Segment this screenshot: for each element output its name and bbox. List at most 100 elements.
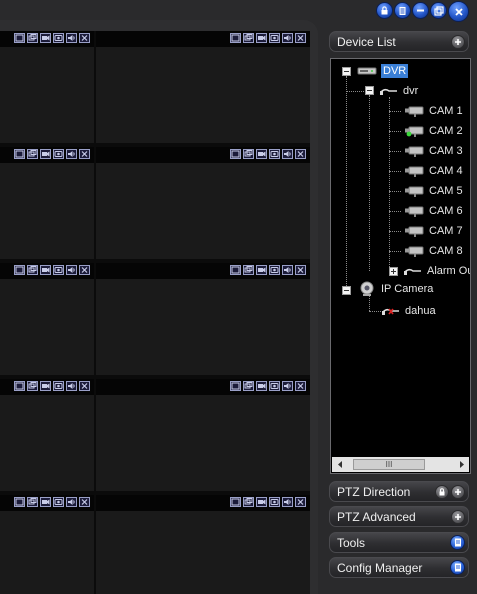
scroll-thumb[interactable]: III: [353, 459, 425, 470]
record-icon[interactable]: [256, 149, 267, 159]
close-icon[interactable]: [79, 265, 90, 275]
screenshot-icon[interactable]: [27, 149, 38, 159]
video-cell-10[interactable]: [96, 495, 310, 594]
audio-icon[interactable]: [282, 149, 293, 159]
expand-plus-icon[interactable]: [451, 34, 465, 49]
audio-icon[interactable]: [66, 497, 77, 507]
audio-icon[interactable]: [66, 265, 77, 275]
close-icon[interactable]: [295, 497, 306, 507]
video-cell-9[interactable]: [0, 495, 94, 594]
video-cell-2[interactable]: [96, 31, 310, 143]
audio-icon[interactable]: [66, 149, 77, 159]
screenshot-icon[interactable]: [27, 265, 38, 275]
record-icon[interactable]: [40, 33, 51, 43]
close-icon[interactable]: [79, 381, 90, 391]
screenshot-icon[interactable]: [243, 265, 254, 275]
camera-switch-icon[interactable]: [269, 265, 280, 275]
camera-switch-icon[interactable]: [269, 497, 280, 507]
record-icon[interactable]: [40, 265, 51, 275]
device-list-header[interactable]: Device List: [329, 31, 469, 52]
screenshot-icon[interactable]: [243, 149, 254, 159]
video-cell-6[interactable]: [96, 263, 310, 375]
fullscreen-icon[interactable]: [14, 381, 25, 391]
document-icon[interactable]: [450, 560, 465, 575]
record-icon[interactable]: [40, 497, 51, 507]
tree-node-cam-2[interactable]: CAM 2: [403, 123, 463, 139]
record-icon[interactable]: [256, 265, 267, 275]
audio-icon[interactable]: [66, 33, 77, 43]
screenshot-icon[interactable]: [243, 381, 254, 391]
video-cell-4[interactable]: [96, 147, 310, 259]
fullscreen-icon[interactable]: [14, 149, 25, 159]
video-cell-5[interactable]: [0, 263, 94, 375]
camera-switch-icon[interactable]: [53, 497, 64, 507]
close-icon[interactable]: [79, 497, 90, 507]
fullscreen-icon[interactable]: [14, 33, 25, 43]
fullscreen-icon[interactable]: [230, 33, 241, 43]
tree-node-cam-8[interactable]: CAM 8: [403, 243, 463, 259]
video-cell-3[interactable]: [0, 147, 94, 259]
fullscreen-icon[interactable]: [230, 497, 241, 507]
tree-node-cam-4[interactable]: CAM 4: [403, 163, 463, 179]
camera-switch-icon[interactable]: [53, 381, 64, 391]
tools-header[interactable]: Tools: [329, 532, 469, 553]
camera-switch-icon[interactable]: [269, 149, 280, 159]
record-icon[interactable]: [256, 381, 267, 391]
scroll-right-icon[interactable]: [454, 457, 469, 472]
tree-node-dvr-device[interactable]: dvr: [379, 83, 418, 99]
tree-node-cam-7[interactable]: CAM 7: [403, 223, 463, 239]
collapse-toggle[interactable]: [342, 67, 351, 76]
fullscreen-icon[interactable]: [14, 265, 25, 275]
ptz-advanced-header[interactable]: PTZ Advanced: [329, 506, 469, 527]
audio-icon[interactable]: [282, 497, 293, 507]
screenshot-icon[interactable]: [27, 381, 38, 391]
collapse-toggle[interactable]: [342, 286, 351, 295]
tree-node-ip-camera[interactable]: IP Camera: [357, 281, 433, 297]
config-manager-header[interactable]: Config Manager: [329, 557, 469, 578]
audio-icon[interactable]: [282, 33, 293, 43]
tree-node-cam-1[interactable]: CAM 1: [403, 103, 463, 119]
fullscreen-icon[interactable]: [230, 265, 241, 275]
screenshot-icon[interactable]: [243, 497, 254, 507]
audio-icon[interactable]: [66, 381, 77, 391]
expand-plus-icon[interactable]: [451, 509, 465, 524]
close-icon[interactable]: [295, 265, 306, 275]
scroll-track[interactable]: III: [347, 458, 454, 471]
screenshot-icon[interactable]: [243, 33, 254, 43]
close-icon[interactable]: [79, 33, 90, 43]
tree-node-cam-6[interactable]: CAM 6: [403, 203, 463, 219]
video-cell-1[interactable]: [0, 31, 94, 143]
tree-horizontal-scrollbar[interactable]: III: [332, 457, 469, 472]
record-icon[interactable]: [256, 33, 267, 43]
expand-toggle[interactable]: [389, 267, 398, 276]
audio-icon[interactable]: [282, 381, 293, 391]
expand-plus-icon[interactable]: [451, 484, 465, 499]
screenshot-icon[interactable]: [27, 33, 38, 43]
close-icon[interactable]: [295, 33, 306, 43]
video-cell-7[interactable]: [0, 379, 94, 491]
camera-switch-icon[interactable]: [269, 381, 280, 391]
tree-node-alarm-out[interactable]: Alarm Ou: [403, 263, 470, 279]
document-icon[interactable]: [450, 535, 465, 550]
video-cell-8[interactable]: [96, 379, 310, 491]
device-tree[interactable]: DVR dvr CAM 1 CAM 2 CAM 3 CAM 4 CAM 5 CAM 6 CA…: [330, 58, 471, 474]
audio-icon[interactable]: [282, 265, 293, 275]
camera-switch-icon[interactable]: [53, 265, 64, 275]
record-icon[interactable]: [40, 381, 51, 391]
tree-node-cam-5[interactable]: CAM 5: [403, 183, 463, 199]
close-icon[interactable]: [295, 149, 306, 159]
record-icon[interactable]: [256, 497, 267, 507]
lock-icon[interactable]: [435, 484, 449, 499]
screenshot-icon[interactable]: [27, 497, 38, 507]
record-icon[interactable]: [40, 149, 51, 159]
close-icon[interactable]: [79, 149, 90, 159]
ptz-direction-header[interactable]: PTZ Direction: [329, 481, 469, 502]
tree-node-dvr-root[interactable]: DVR: [357, 63, 409, 79]
camera-switch-icon[interactable]: [53, 33, 64, 43]
tree-node-dahua[interactable]: dahua: [381, 303, 436, 319]
fullscreen-icon[interactable]: [230, 149, 241, 159]
camera-switch-icon[interactable]: [53, 149, 64, 159]
camera-switch-icon[interactable]: [269, 33, 280, 43]
close-icon[interactable]: [295, 381, 306, 391]
collapse-toggle[interactable]: [365, 86, 374, 95]
